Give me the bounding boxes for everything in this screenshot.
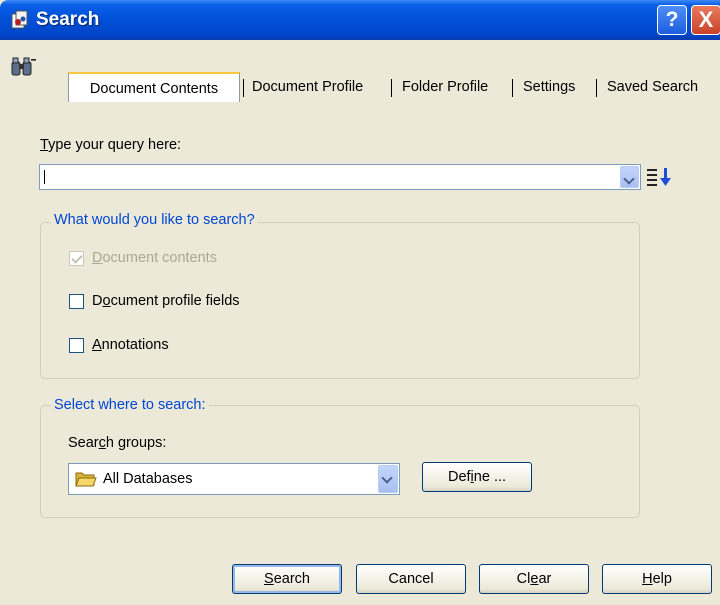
- label-text: h groups:: [105, 435, 167, 451]
- define-button[interactable]: Define ...: [422, 462, 532, 492]
- mnemonic: A: [92, 337, 102, 353]
- mnemonic: S: [264, 571, 274, 587]
- label-text: ocument contents: [102, 250, 217, 266]
- search-groups-value: All Databases: [103, 471, 193, 487]
- help-button[interactable]: Help: [602, 564, 712, 594]
- search-groups-select[interactable]: All Databases: [68, 463, 400, 495]
- document-contents-checkbox[interactable]: [69, 251, 84, 266]
- tab-label: Folder Profile: [402, 79, 489, 95]
- search-where-group: [40, 405, 640, 518]
- chevron-down-icon[interactable]: [378, 465, 398, 493]
- title-bar[interactable]: Search ? X: [0, 0, 720, 40]
- tab-separator: [391, 79, 392, 97]
- tab-label: Saved Search: [607, 79, 699, 95]
- document-profile-fields-label: Document profile fields: [92, 293, 240, 309]
- mnemonic: c: [98, 435, 106, 451]
- tab-saved-search[interactable]: Saved Search: [607, 72, 698, 102]
- tab-label: Document Profile: [252, 79, 364, 95]
- tab-document-profile[interactable]: Document Profile: [252, 72, 363, 102]
- window-title: Search: [36, 9, 100, 30]
- tab-settings[interactable]: Settings: [523, 72, 575, 102]
- checkmark-icon: [71, 252, 83, 264]
- mnemonic: D: [92, 250, 103, 266]
- label-text: Cl: [516, 571, 531, 587]
- chevron-down-icon[interactable]: [620, 166, 639, 188]
- tab-separator: [243, 79, 244, 97]
- tab-document-contents[interactable]: Document Contents: [68, 72, 240, 102]
- label-text: Sear: [68, 435, 99, 451]
- label-text: Def: [447, 469, 471, 485]
- search-groups-label: Search groups:: [68, 435, 166, 451]
- label-text: Cancel: [388, 571, 434, 587]
- annotations-checkbox[interactable]: [69, 338, 84, 353]
- annotations-label: Annotations: [92, 337, 169, 353]
- tab-separator: [512, 79, 513, 97]
- tab-label: Document Contents: [89, 81, 219, 97]
- label-text: D: [92, 293, 103, 309]
- label-text: ar: [538, 571, 552, 587]
- document-contents-label: Document contents: [92, 250, 217, 266]
- query-label: Type your query here:: [40, 137, 181, 153]
- folder-open-icon: [75, 472, 97, 487]
- search-button[interactable]: Search: [232, 564, 342, 594]
- text-caret: [44, 170, 45, 184]
- label-text: nnotations: [101, 337, 169, 353]
- clear-button[interactable]: Clear: [479, 564, 589, 594]
- mnemonic: H: [642, 571, 653, 587]
- label-text: earch: [273, 571, 310, 587]
- label-text: cument profile fields: [110, 293, 240, 309]
- search-where-legend: Select where to search:: [51, 397, 209, 413]
- search-dialog: Search ? X Document Contents Document Pr…: [0, 0, 720, 605]
- query-input[interactable]: [39, 164, 641, 190]
- query-label-mnemonic: T: [40, 137, 49, 153]
- tab-separator: [596, 79, 597, 97]
- tab-label: Settings: [523, 79, 576, 95]
- query-label-text: ype your query here:: [48, 137, 182, 153]
- search-what-legend: What would you like to search?: [51, 212, 258, 228]
- document-profile-fields-checkbox[interactable]: [69, 294, 84, 309]
- binoculars-icon: [11, 57, 36, 76]
- cancel-button[interactable]: Cancel: [356, 564, 466, 594]
- sort-descending-icon[interactable]: [646, 166, 676, 188]
- tab-folder-profile[interactable]: Folder Profile: [402, 72, 488, 102]
- title-help-button[interactable]: ?: [657, 5, 687, 35]
- label-text: ne ...: [473, 469, 507, 485]
- mnemonic: o: [102, 293, 111, 309]
- label-text: elp: [652, 571, 672, 587]
- close-button[interactable]: X: [691, 5, 720, 35]
- search-dialog-icon: [11, 10, 28, 29]
